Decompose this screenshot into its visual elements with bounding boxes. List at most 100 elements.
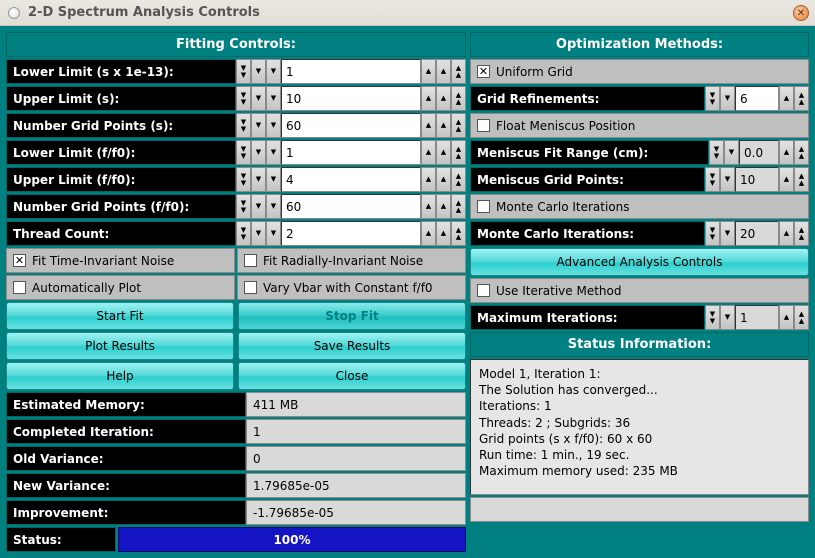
stepper-med-up[interactable] xyxy=(436,140,451,165)
input-lower-limit-s[interactable]: 1 xyxy=(281,59,421,84)
stepper-coarse-up[interactable] xyxy=(451,167,466,192)
input-meniscus-range[interactable]: 0.0 xyxy=(739,140,779,165)
stepper-med-down[interactable] xyxy=(251,221,266,246)
stepper-coarse-up[interactable] xyxy=(451,221,466,246)
stepper-fine-up[interactable] xyxy=(779,221,794,246)
input-thread-count[interactable]: 2 xyxy=(281,221,421,246)
stepper-fine-down[interactable] xyxy=(266,221,281,246)
stepper-coarse-down[interactable] xyxy=(236,194,251,219)
close-button[interactable]: Close xyxy=(238,362,466,390)
optimization-header: Optimization Methods: xyxy=(470,32,809,57)
check-iterative-method[interactable]: Use Iterative Method xyxy=(470,278,809,303)
check-ti-noise[interactable]: ✕ Fit Time-Invariant Noise xyxy=(6,248,235,273)
input-monte-carlo-iter[interactable]: 20 xyxy=(735,221,779,246)
stepper-coarse-up[interactable] xyxy=(451,59,466,84)
check-auto-plot-label: Automatically Plot xyxy=(32,281,141,295)
input-meniscus-grid[interactable]: 10 xyxy=(735,167,779,192)
stepper-coarse-up[interactable] xyxy=(794,140,809,165)
stepper-coarse-up[interactable] xyxy=(451,113,466,138)
stepper-fine-up[interactable] xyxy=(779,167,794,192)
start-fit-button[interactable]: Start Fit xyxy=(6,302,234,330)
stepper-coarse-up[interactable] xyxy=(794,305,809,330)
check-uniform-grid[interactable]: ✕ Uniform Grid xyxy=(470,59,809,84)
label-lower-limit-f: Lower Limit (f/f0): xyxy=(6,140,236,165)
stepper-fine-down[interactable] xyxy=(720,221,735,246)
stepper-med-down[interactable] xyxy=(251,194,266,219)
check-vary-vbar[interactable]: Vary Vbar with Constant f/f0 xyxy=(237,275,466,300)
check-ri-noise[interactable]: Fit Radially-Invariant Noise xyxy=(237,248,466,273)
label-meniscus-range: Meniscus Fit Range (cm): xyxy=(470,140,709,165)
stepper-fine-up[interactable] xyxy=(421,167,436,192)
check-auto-plot[interactable]: Automatically Plot xyxy=(6,275,235,300)
checkbox-icon: ✕ xyxy=(477,65,490,78)
input-grid-points-s[interactable]: 60 xyxy=(281,113,421,138)
stepper-fine-up[interactable] xyxy=(779,305,794,330)
stepper-coarse-up[interactable] xyxy=(794,86,809,111)
status-info-text[interactable]: Model 1, Iteration 1: The Solution has c… xyxy=(470,359,809,495)
stepper-fine-down[interactable] xyxy=(720,86,735,111)
stepper-fine-down[interactable] xyxy=(266,194,281,219)
checkbox-icon xyxy=(477,119,490,132)
stepper-med-down[interactable] xyxy=(251,86,266,111)
stepper-coarse-down[interactable] xyxy=(236,59,251,84)
stepper-fine-down[interactable] xyxy=(266,86,281,111)
stepper-coarse-down[interactable] xyxy=(236,113,251,138)
stepper-coarse-up[interactable] xyxy=(794,167,809,192)
stepper-coarse-up[interactable] xyxy=(451,86,466,111)
stepper-med-up[interactable] xyxy=(436,194,451,219)
stepper-med-down[interactable] xyxy=(251,140,266,165)
save-results-button[interactable]: Save Results xyxy=(238,332,466,360)
input-max-iterations[interactable]: 1 xyxy=(735,305,779,330)
input-upper-limit-f[interactable]: 4 xyxy=(281,167,421,192)
stepper-coarse-down[interactable] xyxy=(236,86,251,111)
stepper-coarse-up[interactable] xyxy=(451,194,466,219)
value-est-memory: 411 MB xyxy=(246,392,466,417)
input-grid-refinements[interactable]: 6 xyxy=(735,86,779,111)
window-menu-icon[interactable] xyxy=(8,7,20,19)
stepper-coarse-down[interactable] xyxy=(705,305,720,330)
stepper-fine-down[interactable] xyxy=(724,140,739,165)
stepper-coarse-down[interactable] xyxy=(705,221,720,246)
stepper-coarse-down[interactable] xyxy=(236,221,251,246)
advanced-analysis-button[interactable]: Advanced Analysis Controls xyxy=(470,248,809,276)
input-grid-points-f[interactable]: 60 xyxy=(281,194,421,219)
stepper-fine-up[interactable] xyxy=(779,86,794,111)
stepper-coarse-down[interactable] xyxy=(709,140,724,165)
input-upper-limit-s[interactable]: 10 xyxy=(281,86,421,111)
plot-results-button[interactable]: Plot Results xyxy=(6,332,234,360)
help-button[interactable]: Help xyxy=(6,362,234,390)
stepper-fine-down[interactable] xyxy=(266,140,281,165)
stepper-fine-up[interactable] xyxy=(421,140,436,165)
stepper-med-up[interactable] xyxy=(436,167,451,192)
stepper-med-up[interactable] xyxy=(436,86,451,111)
stepper-fine-up[interactable] xyxy=(779,140,794,165)
stepper-fine-up[interactable] xyxy=(421,221,436,246)
stepper-fine-down[interactable] xyxy=(266,167,281,192)
stepper-coarse-up[interactable] xyxy=(794,221,809,246)
stepper-med-down[interactable] xyxy=(251,167,266,192)
stepper-med-up[interactable] xyxy=(436,113,451,138)
stepper-fine-up[interactable] xyxy=(421,59,436,84)
stepper-med-down[interactable] xyxy=(251,113,266,138)
close-window-button[interactable]: ✕ xyxy=(793,5,809,21)
input-lower-limit-f[interactable]: 1 xyxy=(281,140,421,165)
stepper-fine-up[interactable] xyxy=(421,194,436,219)
row-upper-limit-s: Upper Limit (s): 10 xyxy=(6,86,466,111)
stepper-med-up[interactable] xyxy=(436,221,451,246)
stepper-fine-down[interactable] xyxy=(266,113,281,138)
check-monte-carlo[interactable]: Monte Carlo Iterations xyxy=(470,194,809,219)
stepper-coarse-down[interactable] xyxy=(236,140,251,165)
stepper-med-up[interactable] xyxy=(436,59,451,84)
stepper-fine-down[interactable] xyxy=(720,305,735,330)
stepper-fine-up[interactable] xyxy=(421,113,436,138)
check-float-meniscus[interactable]: Float Meniscus Position xyxy=(470,113,809,138)
stepper-fine-up[interactable] xyxy=(421,86,436,111)
stop-fit-button[interactable]: Stop Fit xyxy=(238,302,466,330)
stepper-coarse-up[interactable] xyxy=(451,140,466,165)
stepper-coarse-down[interactable] xyxy=(705,167,720,192)
stepper-med-down[interactable] xyxy=(251,59,266,84)
stepper-fine-down[interactable] xyxy=(720,167,735,192)
stepper-coarse-down[interactable] xyxy=(705,86,720,111)
stepper-fine-down[interactable] xyxy=(266,59,281,84)
stepper-coarse-down[interactable] xyxy=(236,167,251,192)
